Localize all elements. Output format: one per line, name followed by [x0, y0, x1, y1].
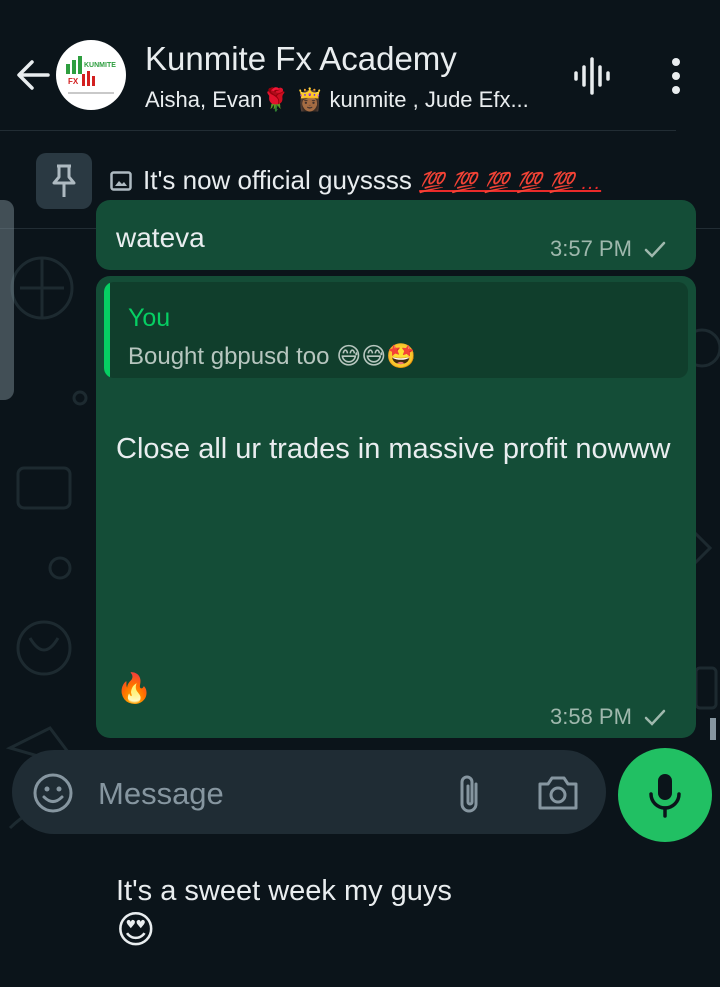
quoted-message[interactable]: You Bought gbpusd too 😅😅🤩: [104, 282, 688, 378]
more-vertical-icon[interactable]: [664, 56, 688, 96]
scroll-handle[interactable]: [0, 200, 14, 400]
svg-text:KUNMITE: KUNMITE: [84, 62, 116, 69]
svg-text:FX: FX: [68, 77, 79, 86]
pin-button[interactable]: [36, 153, 92, 209]
timestamp-text: 3:58 PM: [550, 704, 632, 729]
quote-text: Bought gbpusd too 😅😅🤩: [128, 342, 416, 371]
smiley-icon[interactable]: [32, 772, 74, 814]
audio-waveform-icon[interactable]: [572, 56, 612, 96]
message-line-2-wrap: It's a sweet week my guys 😍: [116, 834, 676, 949]
message-input[interactable]: Message: [98, 776, 224, 812]
quote-emojis: 😅😅🤩: [336, 343, 417, 370]
heart-eyes-emoji: 😍: [116, 909, 156, 952]
message-timestamp: 3:58 PM: [550, 704, 666, 730]
camera-icon[interactable]: [536, 774, 580, 812]
message-composer[interactable]: Message: [12, 750, 606, 834]
chat-header: KUNMITE FX Kunmite Fx Academy Aisha, Eva…: [0, 0, 720, 130]
message-timestamp: 3:57 PM: [550, 236, 666, 262]
quote-author: You: [128, 304, 171, 332]
rose-emoji: 🌹: [262, 87, 290, 112]
chat-title[interactable]: Kunmite Fx Academy: [145, 40, 457, 78]
message-line-2: It's a sweet week my guys: [116, 875, 452, 907]
arrow-left-icon[interactable]: [14, 56, 52, 94]
group-avatar[interactable]: KUNMITE FX: [56, 40, 126, 110]
microphone-icon: [649, 774, 681, 818]
person-emoji: 👸🏾: [295, 87, 324, 112]
quote-bar: [104, 282, 110, 378]
message-text: Close all ur trades in massive profit no…: [116, 392, 676, 987]
message-bubble-outgoing[interactable]: You Bought gbpusd too 😅😅🤩 Close all ur t…: [96, 276, 696, 949]
scroll-indicator: [710, 718, 716, 740]
hundred-emojis: 💯 💯 💯 💯 💯 ...: [419, 172, 602, 194]
message-text: wateva: [116, 222, 205, 253]
image-icon: [110, 171, 132, 191]
pin-icon: [52, 164, 76, 197]
single-check-icon: [644, 709, 666, 726]
timestamp-text: 3:57 PM: [550, 236, 632, 261]
single-check-icon: [644, 241, 666, 258]
message-line-1: Close all ur trades in massive profit no…: [116, 433, 671, 465]
chat-participants[interactable]: Aisha, Evan🌹 👸🏾 kunmite , Jude Efx...: [145, 87, 529, 113]
pinned-message-text: It's now official guyssss 💯 💯 💯 💯 💯 ...: [143, 165, 601, 196]
paperclip-icon[interactable]: [452, 772, 488, 816]
microphone-button[interactable]: [618, 748, 712, 842]
participants-part1: Aisha, Evan: [145, 87, 263, 112]
participants-part2: kunmite , Jude Efx...: [329, 87, 529, 112]
fire-emoji: 🔥: [116, 673, 153, 705]
pinned-text-body: It's now official guyssss: [143, 165, 412, 195]
quote-text-body: Bought gbpusd too: [128, 343, 330, 370]
message-bubble-outgoing[interactable]: wateva 3:57 PM: [96, 200, 696, 270]
